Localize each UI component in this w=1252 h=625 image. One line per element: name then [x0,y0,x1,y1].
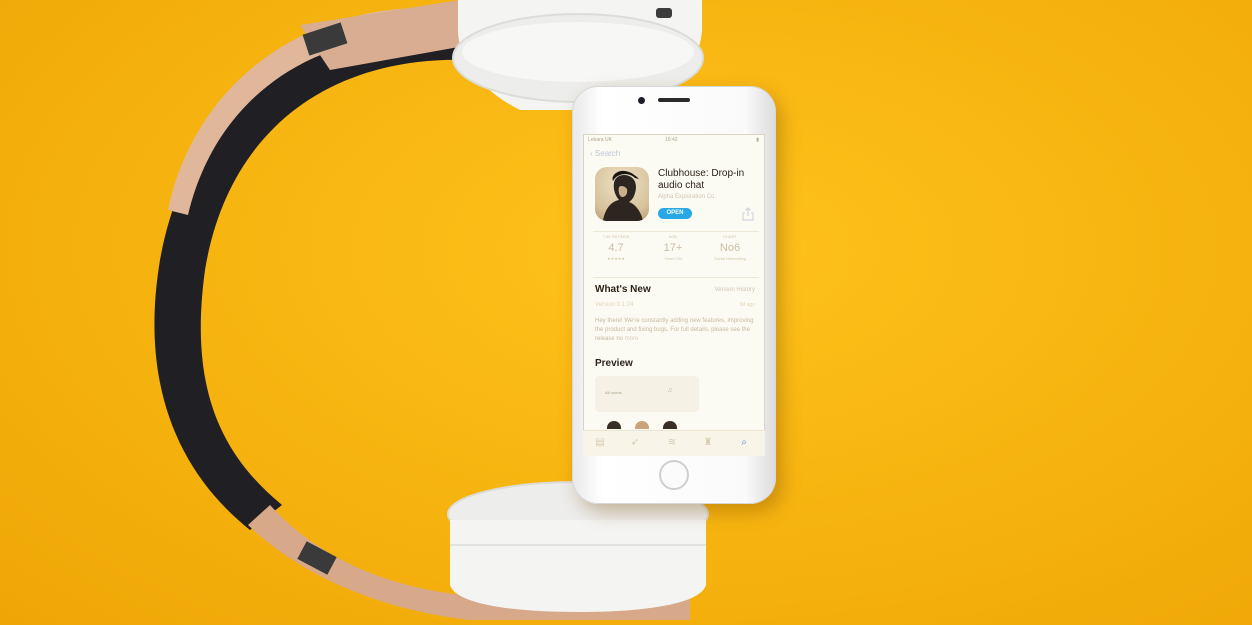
apps-icon[interactable]: ≋ [665,436,679,450]
portrait-icon [603,170,643,221]
search-icon[interactable]: ⌕ [737,436,751,450]
divider [593,277,759,278]
release-notes: Hey there! We're constantly adding new f… [595,317,755,344]
release-notes-text: Hey there! We're constantly adding new f… [595,318,754,342]
carrier-label: Lebara UK [588,137,612,143]
chevron-left-icon: ‹ [590,149,593,158]
stat-label: AGE [668,234,678,239]
version-label: Version 0.1.24 [595,302,634,308]
preview-avatars [607,421,697,429]
app-title: Clubhouse: Drop-in audio chat [658,168,745,191]
app-stats: 7.6K RATINGS 4.7 ★★★★★ AGE 17+ Years Old… [583,234,765,274]
stat-ratings: 7.6K RATINGS 4.7 ★★★★★ [591,234,641,261]
stat-sub: Social Networking [713,256,746,261]
top-cup-button [656,8,672,18]
back-button[interactable]: ‹ Search [590,149,620,158]
open-button[interactable]: OPEN [658,208,692,219]
smartphone: Lebara UK 16:42 ▮ ‹ Search Clubhouse: Dr… [572,86,776,504]
avatar [663,421,677,429]
developer-name: Alpha Exploration Co. [658,194,717,200]
stat-chart: CHART No6 Social Networking [705,234,755,261]
earpiece-speaker [658,98,690,102]
stat-label: CHART [723,234,737,239]
clock-label: 16:42 [665,137,678,143]
home-button[interactable] [659,460,689,490]
back-label: Search [594,149,621,158]
battery-icon: ▮ [756,137,759,143]
arcade-icon[interactable]: ♜ [701,436,715,450]
status-bar: Lebara UK 16:42 ▮ [583,134,765,146]
bell-icon: ♫ [667,387,673,394]
app-icon [595,167,649,221]
stat-sub: Years Old [664,256,682,261]
today-icon[interactable]: ▤ [593,436,607,450]
stat-value: 17+ [663,242,683,254]
preview-screenshot[interactable]: All rooms ♫ [595,376,699,412]
avatar [635,421,649,429]
tab-bar: ▤ ➶ ≋ ♜ ⌕ [583,430,765,456]
front-camera [638,97,645,104]
more-link[interactable]: more [625,336,639,342]
version-history-link[interactable]: Version History [715,287,755,293]
stat-age: AGE 17+ Years Old [648,234,698,261]
divider [593,231,759,232]
stat-value: 4.7 [608,242,624,254]
bottom-cup-body [450,520,706,612]
share-icon[interactable] [742,207,754,221]
release-age: 5d ago [739,302,755,308]
phone-screen: Lebara UK 16:42 ▮ ‹ Search Clubhouse: Dr… [583,134,765,456]
whats-new-heading: What's New [595,284,651,295]
games-icon[interactable]: ➶ [628,436,642,450]
stat-value: No6 [719,242,741,254]
avatar [607,421,621,429]
preview-heading: Preview [595,358,633,369]
headband [154,17,470,531]
stat-label: 7.6K RATINGS [602,234,630,239]
stat-sub: ★★★★★ [607,256,625,261]
preview-card-text: All rooms [605,390,622,395]
